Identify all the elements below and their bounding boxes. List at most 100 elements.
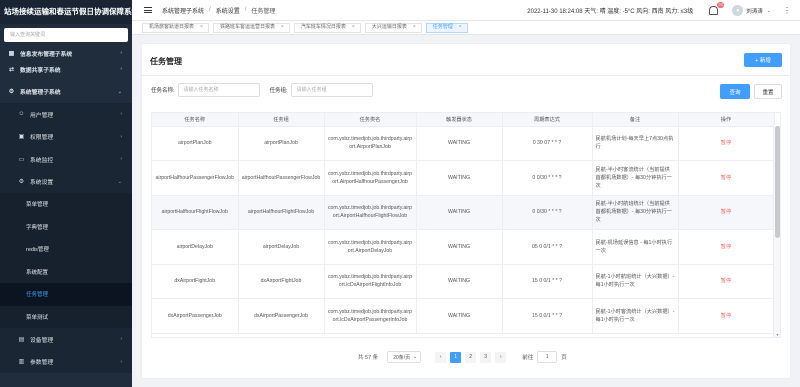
sidebar-item[interactable]: ▣ 权限管理 › bbox=[0, 125, 132, 148]
table-cell: airportPlanJob bbox=[152, 126, 239, 161]
page-number-button[interactable]: 1 bbox=[450, 351, 462, 363]
chevron-right-icon: › bbox=[120, 111, 122, 118]
pause-button[interactable]: 暂停 bbox=[678, 264, 775, 299]
sidebar-item[interactable]: 菜单测试 bbox=[0, 305, 132, 328]
sidebar-search-input[interactable]: 输入查询关键词 bbox=[4, 28, 128, 42]
page-numbers: 123 bbox=[450, 351, 495, 363]
close-icon[interactable]: × bbox=[281, 23, 284, 32]
table-row[interactable]: dxAirportPassengerJob dxAirportPassengerJ… bbox=[152, 298, 775, 334]
sidebar-item[interactable]: ⚙ 系统设置 ⌄ bbox=[0, 170, 132, 193]
scroll-down-icon[interactable]: ▾ bbox=[775, 333, 780, 337]
table-row[interactable]: airportHalfhourFlightFlowJob airportHalfh… bbox=[152, 195, 775, 230]
close-icon[interactable]: × bbox=[459, 23, 462, 32]
tab[interactable]: 机场旅客轨道日报表 × bbox=[142, 22, 209, 33]
chevron-right-icon: › bbox=[120, 336, 122, 343]
page-number-button[interactable]: 2 bbox=[465, 351, 477, 363]
pause-button[interactable]: 暂停 bbox=[678, 298, 775, 334]
table-row[interactable]: airportHalfhourPassengerFlowJob airportHa… bbox=[152, 160, 775, 196]
username[interactable]: 刘涛涛 bbox=[746, 7, 763, 15]
pause-button[interactable]: 暂停 bbox=[678, 229, 775, 265]
sidebar-item[interactable]: 任务管理 bbox=[0, 283, 132, 306]
bell-icon[interactable]: 25 bbox=[709, 2, 725, 15]
sidebar: 站场接续运输和春运节假日协调保障系统 输入查询关键词 ▦ 信息发布管理子系统 › ⇄ 数… bbox=[0, 0, 132, 387]
table-scrollbar[interactable]: ▾ bbox=[773, 126, 780, 337]
lock-icon: ▣ bbox=[18, 134, 25, 141]
divider bbox=[142, 75, 790, 76]
chevron-right-icon: › bbox=[120, 66, 122, 73]
hamburger-menu-icon[interactable] bbox=[144, 7, 152, 13]
pause-button[interactable]: 暂停 bbox=[678, 160, 775, 196]
avatar[interactable]: ● bbox=[732, 5, 744, 16]
sidebar-item-label: 参数管理 bbox=[30, 360, 54, 367]
app-brand: 站场接续运输和春运节假日协调保障系统 bbox=[0, 0, 132, 24]
tab[interactable]: 铁路班车客运运营日报表 × bbox=[212, 22, 290, 33]
prev-page-button[interactable]: ‹ bbox=[435, 351, 447, 363]
goto-page-input[interactable]: 1 bbox=[537, 351, 558, 363]
breadcrumb-item[interactable]: 系统设置 bbox=[216, 6, 240, 15]
chevron-right-icon: › bbox=[120, 50, 122, 56]
sidebar-item[interactable]: ▦ 信息发布管理子系统 › bbox=[0, 48, 132, 58]
add-button[interactable]: + 新增 bbox=[744, 53, 782, 67]
sidebar-item[interactable]: 字典管理 bbox=[0, 215, 132, 238]
tab[interactable]: 汽车班车情况日报表 × bbox=[293, 22, 361, 33]
more-icon[interactable]: ⋮ bbox=[783, 6, 791, 15]
chevron-down-icon: ⌄ bbox=[117, 88, 122, 95]
table-cell: airportDelayJob bbox=[152, 229, 239, 265]
table-cell: airportHalfhourPassengerFlowJob bbox=[152, 160, 239, 196]
total-count: 共 57 条 bbox=[358, 355, 379, 361]
page-size-select[interactable]: 20条/页 ⌄ bbox=[387, 351, 422, 363]
sidebar-item-label: 系统设置 bbox=[30, 180, 54, 187]
sidebar-item[interactable]: ☺ 用户管理 › bbox=[0, 103, 132, 126]
pagination: 共 57 条 20条/页 ⌄ ‹ 123 › 前往 1 页 bbox=[358, 351, 567, 363]
next-page-button[interactable]: › bbox=[495, 351, 507, 363]
share-icon: ⇄ bbox=[8, 66, 15, 73]
table-row[interactable]: airportDelayJob airportDelayJob com.ysbz.t… bbox=[152, 229, 775, 265]
breadcrumb-separator: / bbox=[244, 7, 247, 13]
chevron-down-icon: ⌄ bbox=[412, 354, 418, 360]
sidebar-item-label: 权限管理 bbox=[30, 135, 54, 142]
breadcrumb-current: 任务管理 bbox=[251, 8, 276, 15]
pause-button[interactable]: 暂停 bbox=[678, 126, 775, 161]
table-cell: dxAirportPassengerJob bbox=[238, 298, 325, 334]
tab-label: 铁路班车客运运营日报表 bbox=[219, 24, 275, 30]
reset-button[interactable]: 重置 bbox=[754, 84, 782, 99]
sidebar-item[interactable]: ▤ 设备管理 › bbox=[0, 328, 132, 351]
sidebar-item[interactable]: ▥ 参数管理 › bbox=[0, 350, 132, 373]
sidebar-item[interactable]: 菜单管理 bbox=[0, 193, 132, 216]
breadcrumb-item[interactable]: 系统管理子系统 bbox=[162, 6, 204, 15]
column-header: 任务类名 bbox=[324, 113, 417, 127]
sidebar-item[interactable]: ⇄ 数据共享子系统 › bbox=[0, 58, 132, 81]
close-icon[interactable]: × bbox=[352, 23, 355, 32]
table-cell: WAITING bbox=[416, 160, 503, 196]
sidebar-item[interactable]: redis管理 bbox=[0, 238, 132, 261]
table-cell: com.ysbz.timedjob.job.thirdparty.airport… bbox=[324, 264, 417, 299]
table-cell: airportPlanJob bbox=[238, 126, 325, 161]
notification-badge: 25 bbox=[716, 2, 725, 8]
table-row[interactable]: airportPlanJob airportPlanJob com.ysbz.tim… bbox=[152, 126, 775, 161]
chevron-down-icon[interactable]: ⌄ bbox=[767, 8, 771, 14]
sidebar-item[interactable]: ▭ 系统监控 › bbox=[0, 148, 132, 171]
breadcrumb: 系统管理子系统 / 系统设置 / 任务管理 bbox=[162, 6, 275, 15]
task-group-input[interactable]: 请输入任务组 bbox=[290, 83, 373, 97]
table-row[interactable]: dxAirportFightJob dxAirportFightJob com.ys… bbox=[152, 264, 775, 299]
sidebar-item[interactable]: 系统配置 bbox=[0, 260, 132, 283]
column-header: 触发器状态 bbox=[416, 113, 503, 127]
task-name-label: 任务名称: bbox=[151, 88, 175, 94]
sidebar-item-label: redis管理 bbox=[26, 247, 49, 254]
table-cell: com.ysbz.timedjob.job.thirdparty.airport… bbox=[324, 160, 417, 196]
pause-button[interactable]: 暂停 bbox=[678, 195, 775, 230]
tab[interactable]: 大兴运输日报表 × bbox=[364, 22, 422, 33]
sidebar-item[interactable]: ⚙ 系统管理子系统 ⌄ bbox=[0, 81, 132, 104]
tab[interactable]: 任务管理 × bbox=[425, 22, 468, 33]
task-name-input[interactable]: 请输入任务名称 bbox=[177, 83, 260, 97]
scrollbar-thumb[interactable] bbox=[775, 126, 780, 238]
close-icon[interactable]: × bbox=[200, 23, 203, 32]
table-cell: WAITING bbox=[416, 264, 503, 299]
close-icon[interactable]: × bbox=[413, 23, 416, 32]
table-cell: 民航-1小时航班统计（大兴数据）- 每1小时执行一次 bbox=[592, 264, 679, 299]
query-button[interactable]: 查询 bbox=[720, 84, 750, 99]
page-number-button[interactable]: 3 bbox=[480, 351, 492, 363]
breadcrumb-separator: / bbox=[209, 7, 211, 13]
table-cell: 0 0/30 * * * ? bbox=[502, 160, 593, 196]
column-header: 任务名称 bbox=[152, 113, 239, 127]
